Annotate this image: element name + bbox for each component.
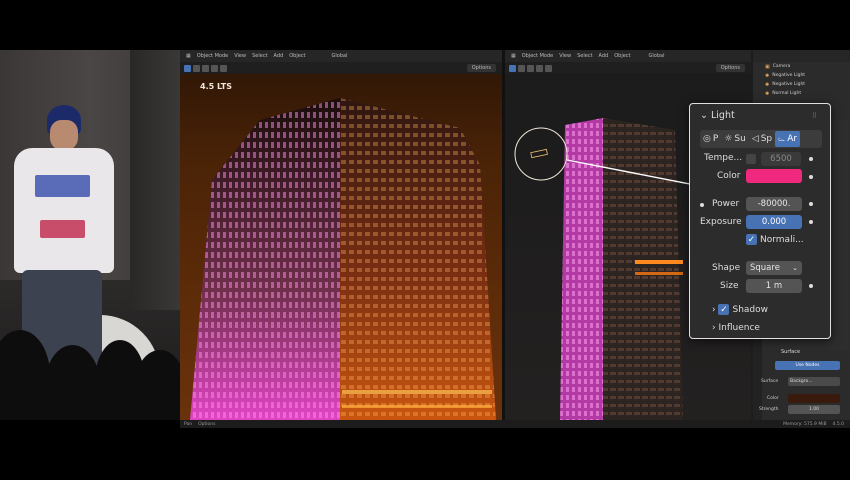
size-label: Size [720,281,739,291]
chevron-right-icon: › [712,323,716,333]
background-color-swatch[interactable] [788,394,840,403]
speaker-shirt [14,148,114,273]
surface-label: Surface [761,379,779,384]
checkmark-icon: ✓ [746,234,757,245]
drag-handle-icon[interactable]: ⠿ [812,112,817,120]
influence-subpanel[interactable]: › Influence [712,323,760,333]
outliner-item[interactable]: ✺ Negative Light [753,71,850,80]
version-readout: 4.5.0 [832,421,844,427]
normalize-checkbox[interactable]: ✓ Normali... [746,234,804,245]
outliner-item[interactable]: ✺ Normal Light [753,89,850,98]
status-options: Options [198,421,216,427]
shadow-subpanel[interactable]: › ✓ Shadow [712,304,768,315]
chevron-down-icon: ⌄ [700,110,708,121]
spot-light-icon: ◁ [751,134,759,144]
light-type-spot[interactable]: ◁ Sp [749,131,775,147]
audience-head [45,345,100,420]
chevron-down-icon: ⌄ [792,264,798,272]
building-render [190,98,496,420]
point-light-icon: ◎ [703,134,711,144]
exposure-field[interactable]: 0.000 [746,215,802,229]
keyframe-dot-icon[interactable] [809,157,813,161]
light-type-sun[interactable]: ☼ Su [721,131,749,147]
chevron-right-icon: › [712,305,716,315]
speaker-shirt-print [35,175,90,197]
strength-field[interactable]: 1.00 [788,405,840,414]
memory-readout: Memory: 575.9 MiB [783,421,827,427]
outliner-item[interactable]: ▣ Camera [753,62,850,71]
cursor-pointer-dot [700,203,704,207]
temperature-field[interactable]: 6500 [761,152,801,166]
strength-label: Strength [759,407,779,412]
light-icon: ✺ [765,72,770,79]
area-light-icon: ⌳ [778,134,786,144]
light-type-point[interactable]: ◎ P [700,131,721,147]
light-type-area[interactable]: ⌳ Ar [775,131,801,147]
shape-label: Shape [712,263,741,273]
color-label: Color [767,396,779,401]
temperature-toggle[interactable] [746,154,756,164]
audience-head [135,350,180,420]
sun-light-icon: ☼ [724,134,733,144]
speaker-face [50,120,78,150]
surface-shader-select[interactable]: Backgro... [788,377,840,386]
status-pan: Pan [184,421,193,427]
outliner-header [753,50,850,62]
color-label: Color [717,171,741,181]
outliner-item[interactable]: ✺ Negative Light [753,80,850,89]
light-panel-header[interactable]: ⌄ Light [700,110,735,121]
viewport-left[interactable]: ▦ Object Mode View Select Add Object Glo… [180,50,502,420]
light-icon: ✺ [765,81,770,88]
exposure-label: Exposure [700,217,742,227]
keyframe-dot-icon[interactable] [809,284,813,288]
screen: ▦ Object Mode View Select Add Object Glo… [0,0,850,480]
checkmark-icon: ✓ [718,304,730,315]
keyframe-dot-icon[interactable] [809,202,813,206]
speaker-camera-feed [0,50,180,420]
keyframe-dot-icon[interactable] [809,220,813,224]
surface-header[interactable]: Surface [773,349,800,355]
stage-pillar [130,50,180,310]
shape-dropdown[interactable]: Square ⌄ [746,261,802,275]
temperature-label: Tempe... [704,153,743,163]
speaker-shirt-print-lower [40,220,85,238]
keyframe-dot-icon[interactable] [809,175,813,179]
power-field[interactable]: -80000. [746,197,802,211]
camera-icon: ▣ [765,63,770,70]
status-bar: Pan Options Memory: 575.9 MiB 4.5.0 [180,420,850,428]
light-color-swatch[interactable] [746,169,802,183]
size-field[interactable]: 1 m [746,279,802,293]
light-icon: ✺ [765,90,770,97]
power-label: Power [712,199,740,209]
light-type-selector: ◎ P ☼ Su ◁ Sp ⌳ Ar [700,130,822,148]
light-properties-panel: ⌄ Light ⠿ ◎ P ☼ Su ◁ Sp ⌳ Ar Tempe... 6500 C… [689,103,831,339]
use-nodes-button[interactable]: Use Nodes [775,361,840,370]
